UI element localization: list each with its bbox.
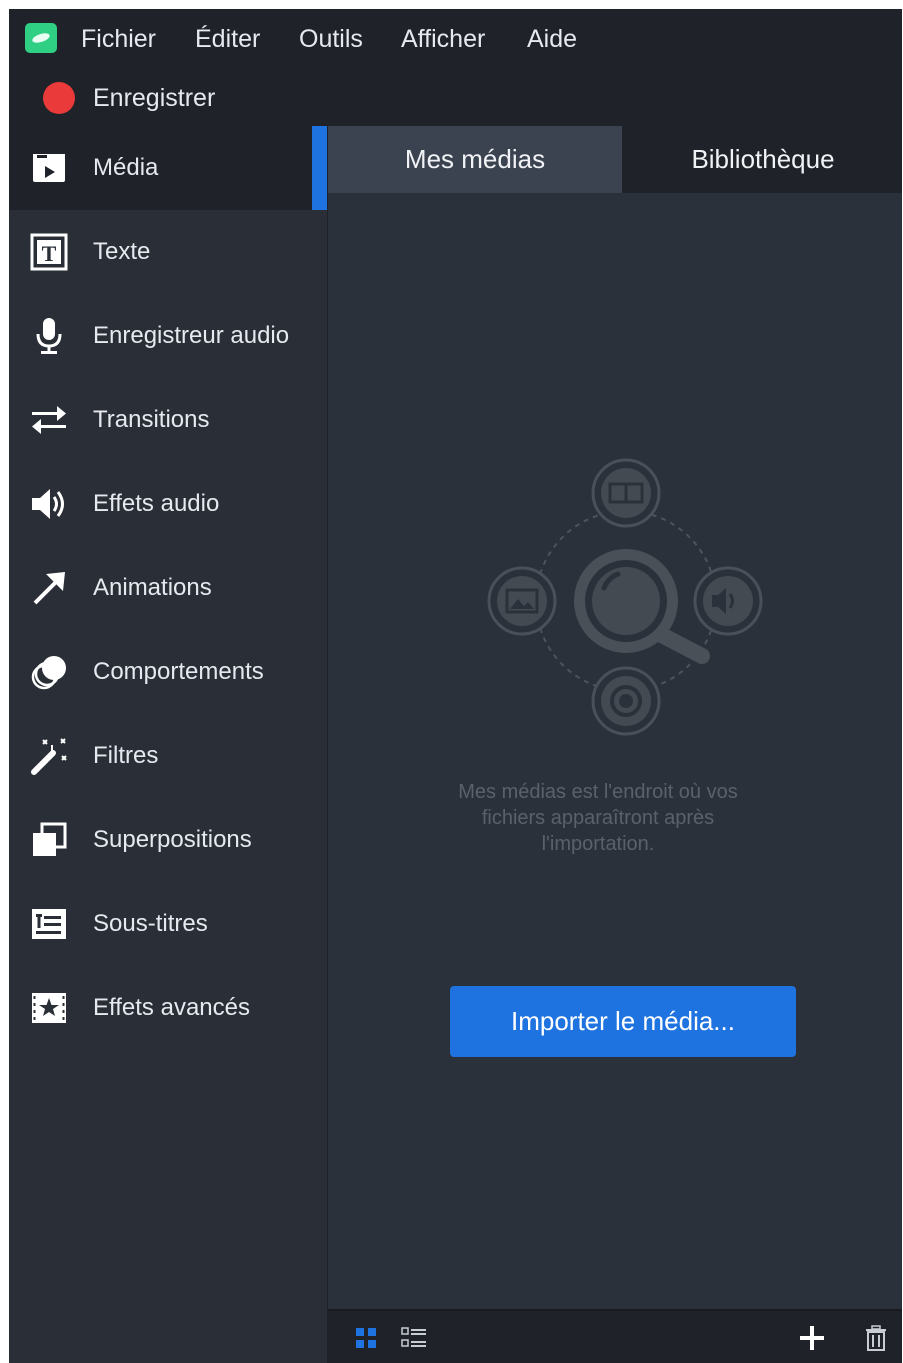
sidebar-item-label: Média [93,154,159,181]
menubar: Fichier Éditer Outils Afficher Aide Enre… [9,9,902,125]
sidebar-item-label: Comportements [93,658,264,685]
empty-state-line: l'importation. [541,833,655,855]
sidebar-item-label: Texte [93,238,151,265]
menu-afficher[interactable]: Afficher [401,25,485,54]
tab-mes-medias[interactable]: Mes médias [328,126,622,193]
sidebar-item-label: Effets avancés [93,994,250,1021]
sidebar-item-filtres[interactable]: Filtres [9,714,327,798]
overlay-icon [33,822,67,856]
behaviors-icon [31,656,66,690]
sidebar-item-animations[interactable]: Animations [9,546,327,630]
tab-bar: Mes médias Bibliothèque [328,126,902,193]
sidebar-item-effets-audio[interactable]: Effets audio [9,462,327,546]
sidebar-item-label: Effets audio [93,490,220,517]
sidebar-item-label: Sous-titres [93,910,208,937]
empty-state-line: Mes médias est l'endroit où vos [458,781,738,803]
empty-media-illustration [487,458,763,736]
menu-editer[interactable]: Éditer [195,25,260,54]
grid-view-icon[interactable] [352,1324,380,1352]
sidebar-item-texte[interactable]: T Texte [9,210,327,294]
sidebar-item-sous-titres[interactable]: Sous-titres [9,882,327,966]
menu-outils[interactable]: Outils [299,25,363,54]
subtitles-icon [32,909,66,939]
menu-aide[interactable]: Aide [527,25,577,54]
add-icon[interactable] [798,1324,826,1352]
empty-state-text: Mes médias est l'endroit où vos fichiers… [438,779,758,857]
trash-icon[interactable] [862,1324,890,1352]
magic-wand-icon [31,738,67,775]
record-button[interactable]: Enregistrer [43,81,215,115]
app-logo-icon [25,23,57,53]
sidebar-item-enregistreur-audio[interactable]: Enregistreur audio [9,294,327,378]
sidebar-item-comportements[interactable]: Comportements [9,630,327,714]
arrow-icon [33,572,65,605]
sidebar-item-label: Filtres [93,742,159,769]
media-icon [33,154,65,182]
menu-fichier[interactable]: Fichier [81,25,156,54]
sidebar: Média T Texte Enregistreur audio Transit… [9,126,327,1363]
sidebar-item-label: Animations [93,574,212,601]
sidebar-item-label: Enregistreur audio [93,322,290,349]
sidebar-item-transitions[interactable]: Transitions [9,378,327,462]
microphone-icon [36,318,62,354]
media-panel: Mes médias Bibliothèque Mes médias est l… [328,126,902,1363]
empty-state-line: fichiers apparaîtront après [481,807,715,829]
record-label: Enregistrer [93,83,216,112]
list-view-icon[interactable] [400,1324,428,1352]
svg-text:T: T [42,241,57,266]
record-dot-icon [43,82,75,114]
sidebar-item-label: Superpositions [93,826,252,853]
transitions-icon [32,406,66,434]
active-indicator [312,126,327,210]
import-media-button[interactable]: Importer le média... [450,986,796,1057]
panel-footer [328,1309,902,1363]
sidebar-item-superpositions[interactable]: Superpositions [9,798,327,882]
speaker-icon [32,489,64,519]
sidebar-item-effets-avances[interactable]: Effets avancés [9,966,327,1050]
sidebar-item-media[interactable]: Média [9,126,327,210]
text-icon: T [30,233,68,271]
advanced-effects-icon [32,993,66,1023]
app-window: Fichier Éditer Outils Afficher Aide Enre… [9,9,902,1363]
sidebar-item-label: Transitions [93,406,210,433]
tab-bibliotheque[interactable]: Bibliothèque [624,126,902,193]
